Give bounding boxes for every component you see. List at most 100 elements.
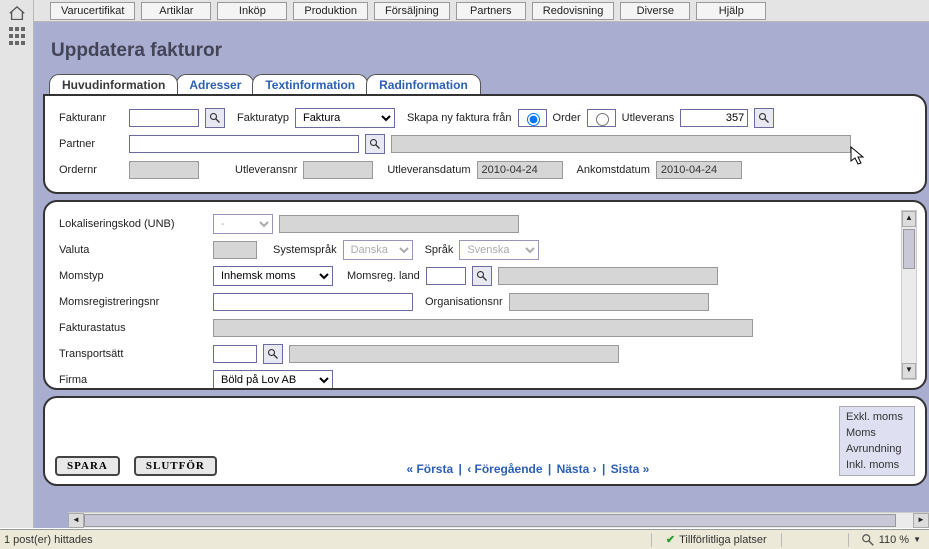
tab-radinformation[interactable]: Radinformation — [366, 74, 481, 94]
lookup-momsreg-land[interactable] — [472, 266, 492, 286]
menu-inkop[interactable]: Inköp — [217, 2, 287, 20]
details-scrollbar[interactable]: ▲ ▼ — [901, 210, 917, 380]
input-fakturanr[interactable] — [129, 109, 199, 127]
scroll-up-icon[interactable]: ▲ — [902, 211, 916, 227]
zoom-icon — [861, 533, 875, 547]
label-partner: Partner — [59, 138, 123, 150]
radio-utleverans[interactable] — [596, 113, 609, 126]
scroll-down-icon[interactable]: ▼ — [902, 363, 916, 379]
label-valuta: Valuta — [59, 244, 207, 256]
select-sprak: Svenska — [459, 240, 539, 260]
input-momsreg-land[interactable] — [426, 267, 466, 285]
pager-first[interactable]: « Första — [406, 462, 453, 476]
select-momstyp[interactable]: Inhemsk moms — [213, 266, 333, 286]
menu-redovisning[interactable]: Redovisning — [532, 2, 615, 20]
display-ordernr — [129, 161, 199, 179]
hscroll-right-icon[interactable]: ► — [913, 513, 929, 528]
zoom-control[interactable]: 110 % ▼ — [857, 533, 925, 547]
pager-last[interactable]: Sista » — [611, 462, 650, 476]
label-momsreg-land: Momsreg. land — [347, 270, 420, 282]
tab-textinformation[interactable]: Textinformation — [252, 74, 368, 94]
pager: « Första | ‹ Föregående | Nästa › | Sist… — [406, 462, 649, 476]
select-firma[interactable]: Böld på Lov AB — [213, 370, 333, 390]
display-organisationsnr — [509, 293, 709, 311]
select-fakturatyp[interactable]: Faktura — [295, 108, 395, 128]
menu-produktion[interactable]: Produktion — [293, 2, 368, 20]
search-icon — [476, 270, 488, 282]
menu-diverse[interactable]: Diverse — [620, 2, 690, 20]
zoom-dropdown-icon[interactable]: ▼ — [913, 535, 921, 544]
label-fakturatyp: Fakturatyp — [237, 112, 289, 124]
finish-button[interactable]: SLUTFÖR — [134, 456, 217, 476]
hscroll-left-icon[interactable]: ◄ — [68, 513, 84, 528]
tax-summary: Exkl. moms Moms Avrundning Inkl. moms — [839, 406, 915, 476]
tax-incl: Inkl. moms — [846, 457, 908, 473]
label-order: Order — [553, 112, 581, 124]
lookup-transportsatt[interactable] — [263, 344, 283, 364]
search-icon — [758, 112, 770, 124]
select-systemsprak: Danska — [343, 240, 413, 260]
input-utleverans[interactable] — [680, 109, 748, 127]
radio-utleverans-wrap[interactable] — [587, 109, 616, 127]
menu-artiklar[interactable]: Artiklar — [141, 2, 211, 20]
label-fakturastatus: Fakturastatus — [59, 322, 207, 334]
label-systemsprak: Systemspråk — [273, 244, 337, 256]
label-lokaliseringskod: Lokaliseringskod (UNB) — [59, 218, 207, 230]
input-partner[interactable] — [129, 135, 359, 153]
menu-forsaljning[interactable]: Försäljning — [374, 2, 450, 20]
input-transportsatt[interactable] — [213, 345, 257, 363]
label-utleveransdatum: Utleveransdatum — [387, 164, 470, 176]
menu-varucertifikat[interactable]: Varucertifikat — [50, 2, 135, 20]
label-utleveransnr: Utleveransnr — [235, 164, 297, 176]
radio-order-wrap[interactable] — [518, 109, 547, 127]
hscroll-thumb[interactable] — [84, 514, 896, 527]
label-utleverans: Utleverans — [622, 112, 675, 124]
display-transportsatt — [289, 345, 619, 363]
zoom-value: 110 % — [879, 534, 909, 546]
label-ankomstdatum: Ankomstdatum — [577, 164, 650, 176]
display-ankomstdatum: 2010-04-24 — [656, 161, 742, 179]
tax-excl: Exkl. moms — [846, 409, 908, 425]
save-button[interactable]: SPARA — [55, 456, 120, 476]
lookup-fakturanr[interactable] — [205, 108, 225, 128]
details-panel: Lokaliseringskod (UNB) - Valuta Systemsp… — [43, 200, 927, 390]
display-partner-name — [391, 135, 851, 153]
lookup-utleverans[interactable] — [754, 108, 774, 128]
label-sprak: Språk — [425, 244, 454, 256]
display-utleveransnr — [303, 161, 373, 179]
tab-huvudinformation[interactable]: Huvudinformation — [49, 74, 178, 94]
pager-prev[interactable]: ‹ Föregående — [467, 462, 542, 476]
status-trusted: Tillförlitliga platser — [679, 534, 767, 546]
apps-grid-icon[interactable] — [8, 26, 26, 46]
scroll-thumb[interactable] — [903, 229, 915, 269]
pager-next[interactable]: Nästa › — [557, 462, 597, 476]
check-icon: ✔ — [666, 533, 675, 546]
display-valuta — [213, 241, 257, 259]
menu-partners[interactable]: Partners — [456, 2, 526, 20]
label-fakturanr: Fakturanr — [59, 112, 123, 124]
label-transportsatt: Transportsätt — [59, 348, 207, 360]
status-bar: 1 post(er) hittades ✔ Tillförlitliga pla… — [0, 529, 929, 549]
label-momstyp: Momstyp — [59, 270, 207, 282]
menu-hjalp[interactable]: Hjälp — [696, 2, 766, 20]
search-icon — [369, 138, 381, 150]
status-posts: 1 post(er) hittades — [4, 534, 93, 546]
input-momsregnr[interactable] — [213, 293, 413, 311]
label-firma: Firma — [59, 374, 207, 386]
label-ordernr: Ordernr — [59, 164, 123, 176]
header-panel: Fakturanr Fakturatyp Faktura Skapa ny fa… — [43, 94, 927, 194]
label-organisationsnr: Organisationsnr — [425, 296, 503, 308]
display-utleveransdatum: 2010-04-24 — [477, 161, 563, 179]
display-momsreg-land — [498, 267, 718, 285]
tab-adresser[interactable]: Adresser — [176, 74, 254, 94]
label-momsregnr: Momsregistreringsnr — [59, 296, 207, 308]
horizontal-scrollbar[interactable]: ◄ ► — [68, 512, 929, 528]
display-fakturastatus — [213, 319, 753, 337]
top-navigation: Varucertifikat Artiklar Inköp Produktion… — [34, 0, 929, 22]
lookup-partner[interactable] — [365, 134, 385, 154]
search-icon — [209, 112, 221, 124]
home-icon[interactable] — [8, 6, 26, 20]
page-title: Uppdatera fakturor — [39, 22, 929, 66]
radio-order[interactable] — [527, 113, 540, 126]
label-skapa-fran: Skapa ny faktura från — [407, 112, 512, 124]
